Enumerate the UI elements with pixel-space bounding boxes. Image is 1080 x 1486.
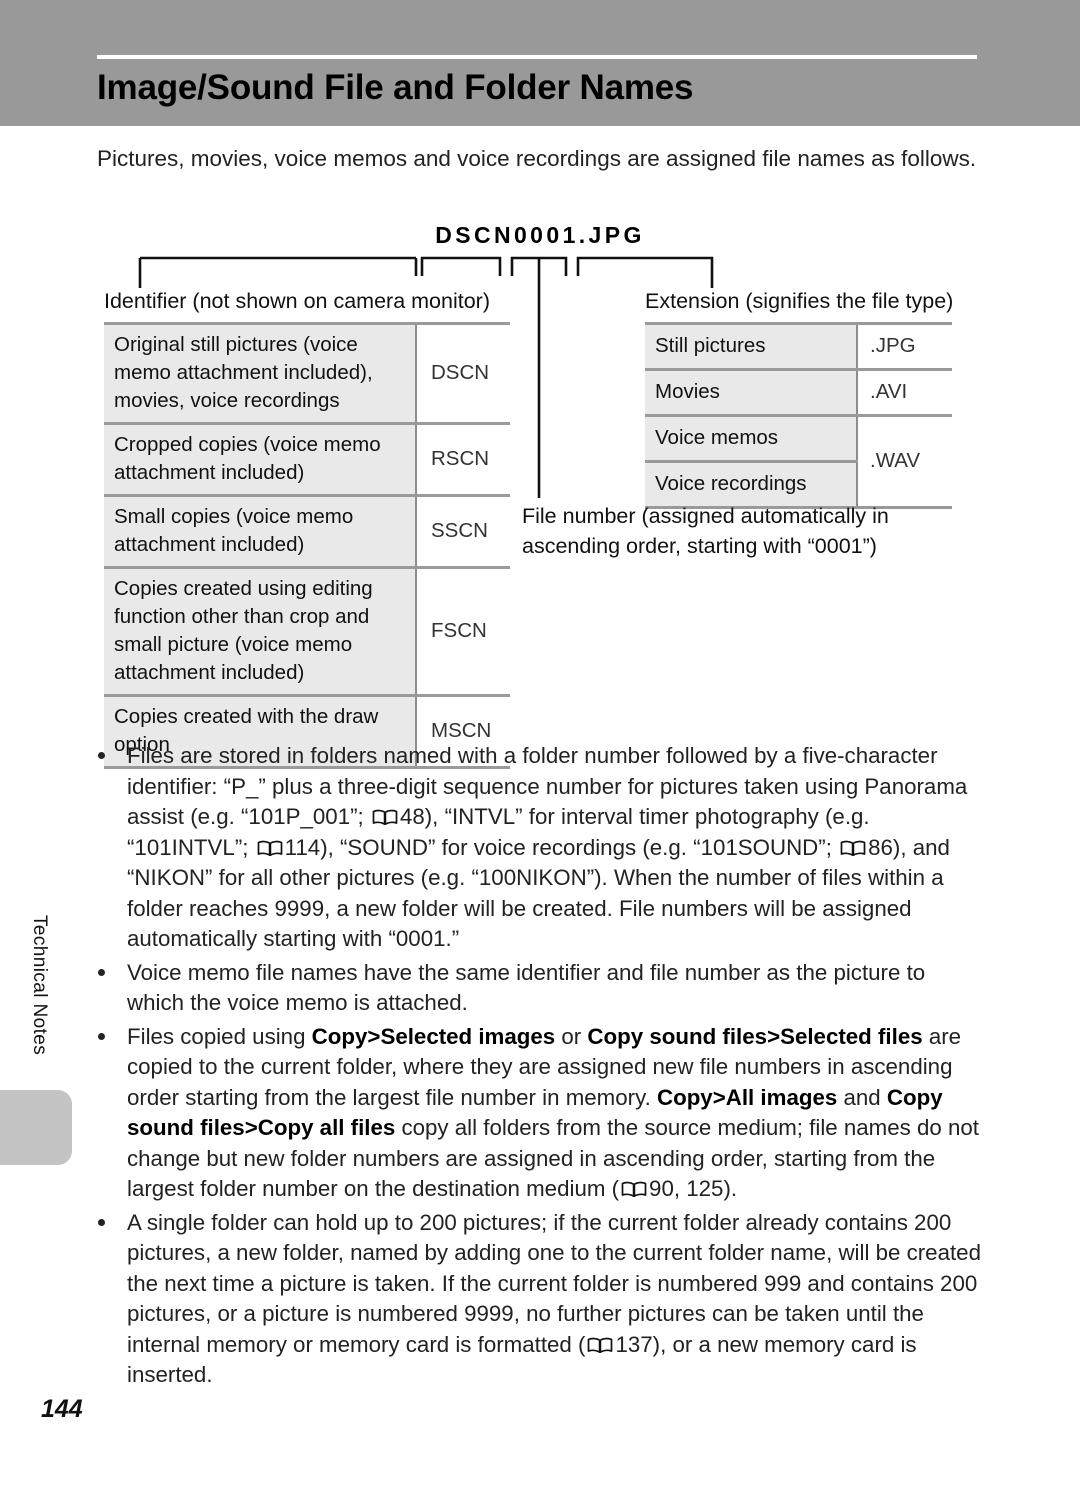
identifier-desc: Original still pictures (voice memo atta…: [104, 322, 416, 425]
menu-separator: >: [367, 1023, 381, 1049]
extension-desc: Still pictures: [645, 322, 857, 371]
identifier-code: RSCN: [415, 422, 510, 497]
table-row: Original still pictures (voice memo atta…: [104, 322, 510, 425]
table-row: Voice memos .WAV: [645, 414, 952, 509]
extension-desc: Movies: [645, 368, 857, 417]
header-divider-rule: [97, 55, 977, 59]
page-title: Image/Sound File and Folder Names: [97, 68, 694, 107]
note-text-part: and: [837, 1084, 887, 1110]
book-icon: [372, 809, 398, 826]
extension-desc: Voice memos: [645, 414, 857, 463]
filename-example: DSCN0001.JPG: [435, 222, 645, 248]
manual-page: Image/Sound File and Folder Names Pictur…: [0, 0, 1080, 1486]
menu-separator: >: [767, 1023, 781, 1049]
page-ref: 48: [399, 804, 425, 829]
identifier-code: FSCN: [415, 566, 510, 697]
book-icon: [587, 1337, 613, 1354]
page-number: 144: [41, 1395, 83, 1423]
extension-value-merged: .WAV: [856, 414, 952, 509]
extension-caption: Extension (signifies the file type): [645, 289, 954, 313]
file-number-caption: File number (assigned automatically in a…: [522, 504, 889, 558]
menu-term: Copy all files: [257, 1115, 396, 1140]
note-text-part: ), “SOUND” for voice recordings (e.g. “1…: [320, 834, 832, 860]
menu-term: Selected images: [380, 1023, 556, 1049]
list-item: Voice memo file names have the same iden…: [95, 958, 985, 1019]
note-text-part: or: [555, 1023, 588, 1049]
bullet-icon: [98, 1032, 105, 1040]
list-item: Files copied using Copy>Selected images …: [95, 1022, 985, 1205]
extension-value: .AVI: [856, 368, 952, 417]
extension-value: .JPG: [856, 322, 952, 371]
note-text-part: Files copied using: [127, 1023, 312, 1049]
list-item: A single folder can hold up to 200 pictu…: [95, 1208, 985, 1391]
page-ref: 114: [284, 834, 321, 860]
bullet-icon: [98, 968, 105, 976]
page-ref: 137: [615, 1331, 653, 1357]
menu-separator: >: [712, 1084, 726, 1110]
table-row: Cropped copies (voice memo attachment in…: [104, 422, 510, 497]
menu-term: Selected files: [780, 1023, 923, 1049]
chapter-side-tab: [0, 1090, 72, 1165]
list-item: Files are stored in folders named with a…: [95, 741, 985, 955]
table-row: Still pictures .JPG: [645, 322, 952, 371]
identifier-desc: Small copies (voice memo attachment incl…: [104, 494, 416, 569]
book-icon: [621, 1181, 647, 1198]
menu-term: All images: [725, 1084, 838, 1110]
page-ref: 90, 125: [649, 1176, 724, 1201]
identifier-caption: Identifier (not shown on camera monitor): [104, 289, 490, 313]
identifier-desc: Cropped copies (voice memo attachment in…: [104, 422, 416, 497]
table-row: Copies created using editing function ot…: [104, 566, 510, 697]
menu-separator: >: [244, 1115, 258, 1140]
identifier-code: DSCN: [415, 322, 510, 425]
note-text-part: ).: [723, 1176, 738, 1201]
menu-term: Copy sound files: [587, 1023, 768, 1049]
table-row: Movies .AVI: [645, 368, 952, 417]
intro-paragraph: Pictures, movies, voice memos and voice …: [97, 146, 977, 171]
table-row: Small copies (voice memo attachment incl…: [104, 494, 510, 569]
chapter-side-label: Technical Notes: [29, 915, 50, 1056]
book-icon: [840, 840, 866, 857]
menu-term: Copy: [656, 1084, 713, 1110]
menu-term: Copy: [311, 1023, 368, 1049]
note-text-part: Voice memo file names have the same iden…: [127, 959, 926, 1016]
bullet-icon: [98, 1218, 105, 1226]
extension-table: Still pictures .JPG Movies .AVI Voice me…: [645, 322, 952, 509]
notes-list: Files are stored in folders named with a…: [95, 741, 985, 1391]
identifier-desc: Copies created using editing function ot…: [104, 566, 416, 697]
page-ref: 86: [868, 834, 893, 860]
book-icon: [257, 840, 283, 857]
identifier-table: Original still pictures (voice memo atta…: [104, 322, 510, 769]
identifier-code: SSCN: [415, 494, 510, 569]
bullet-icon: [98, 752, 105, 759]
page-header-band: Image/Sound File and Folder Names: [0, 0, 1080, 126]
